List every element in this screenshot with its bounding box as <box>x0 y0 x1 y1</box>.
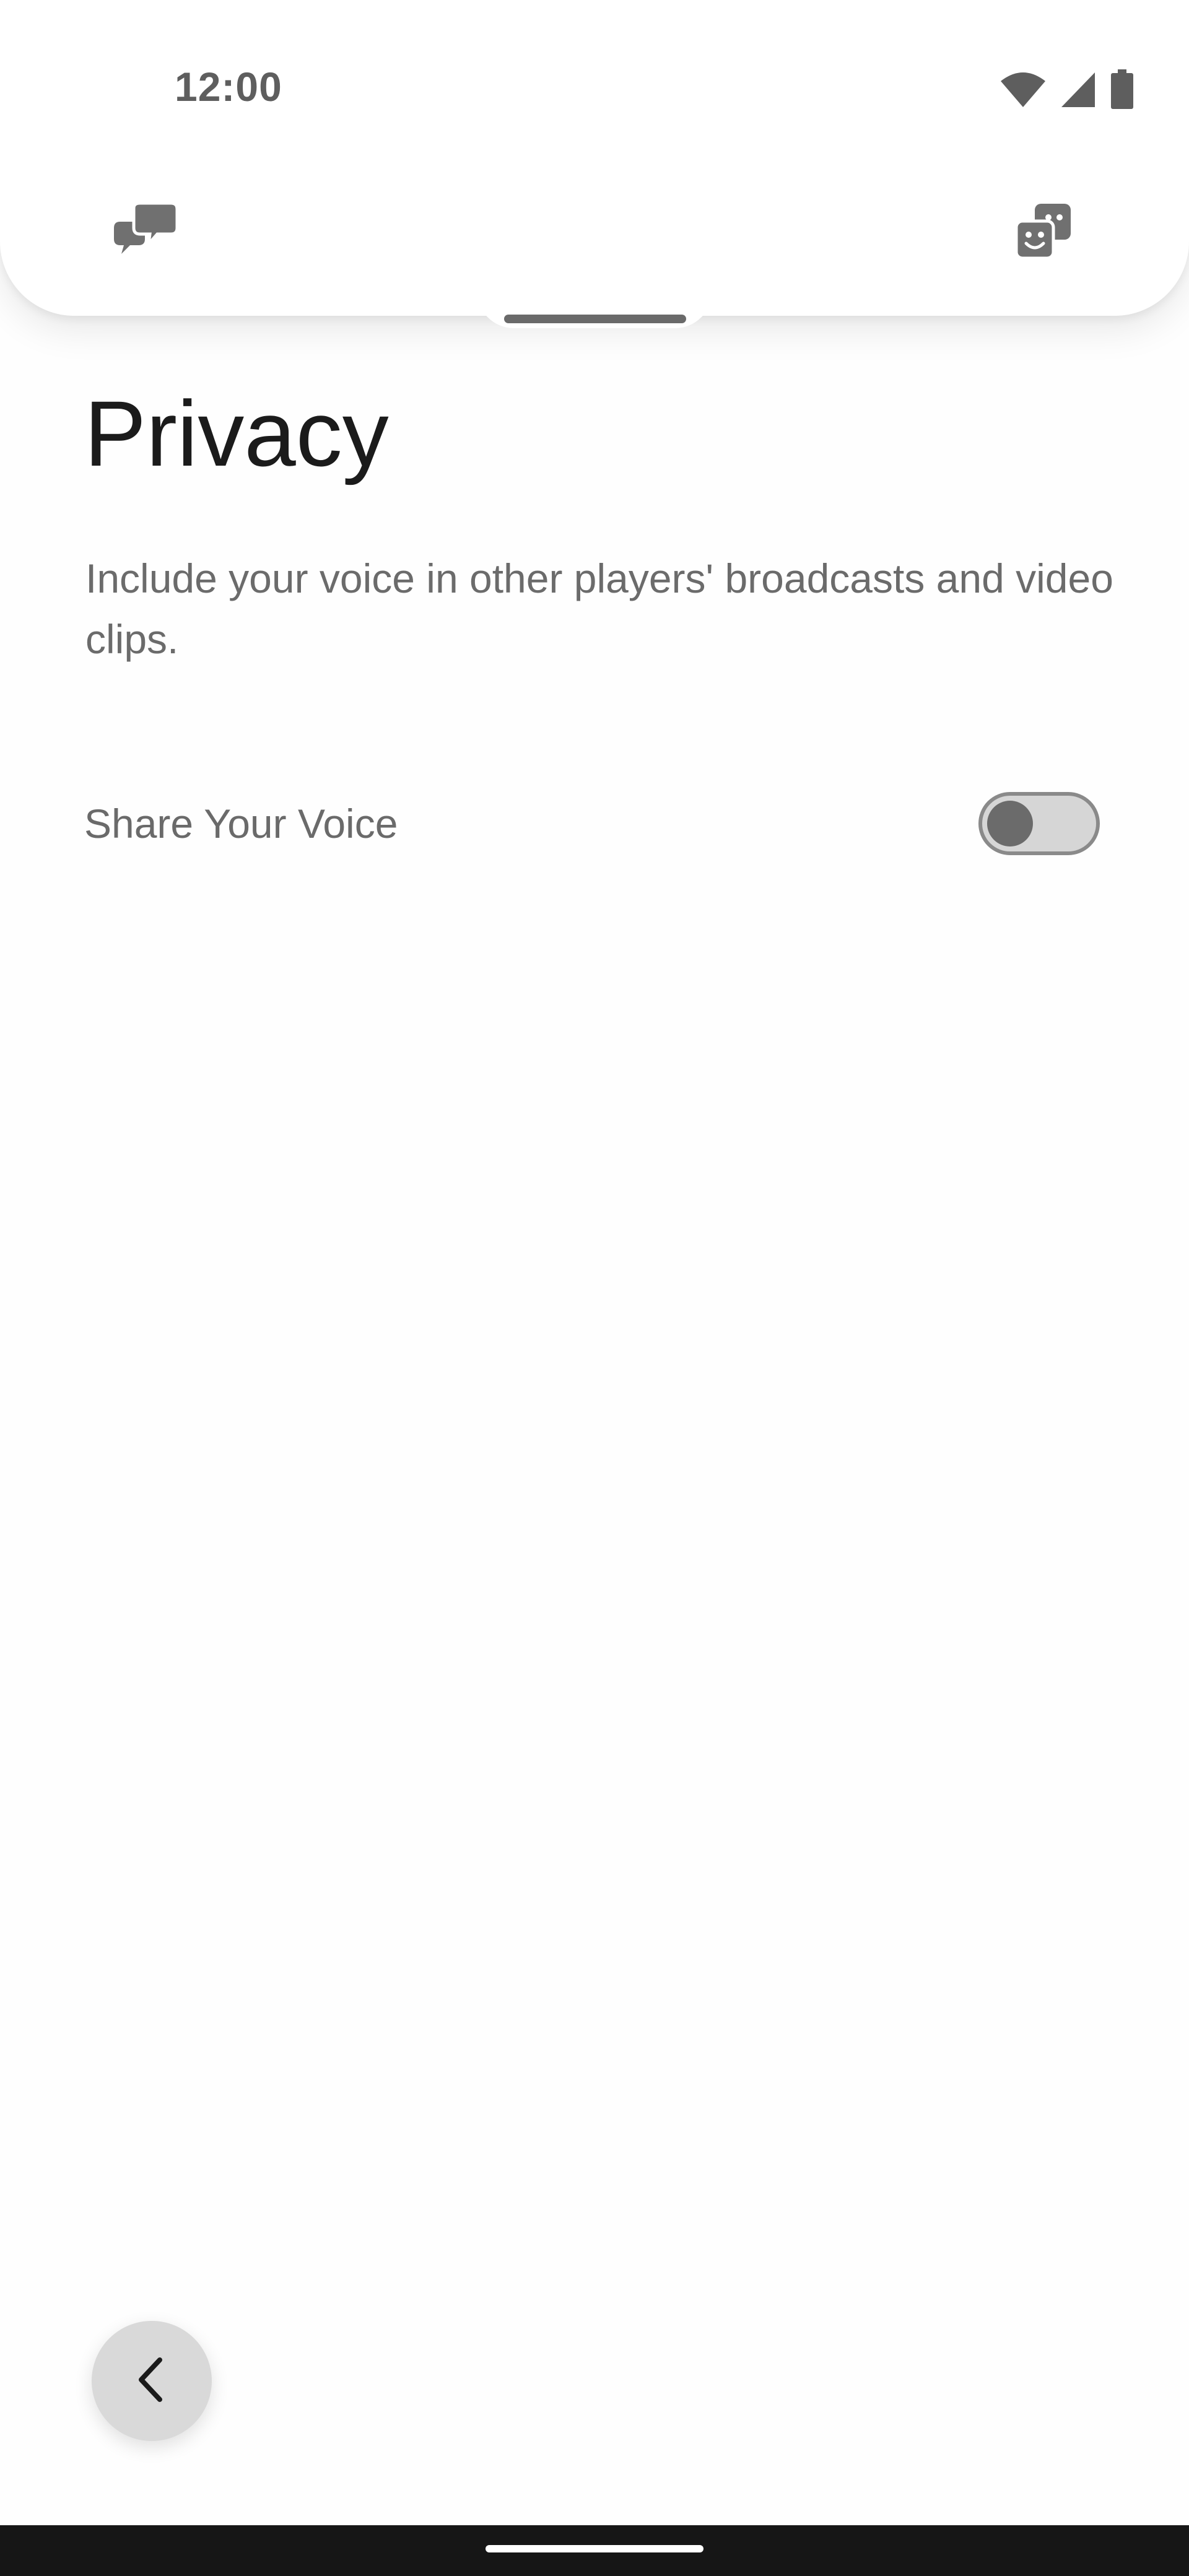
share-voice-toggle[interactable] <box>978 792 1100 855</box>
share-voice-setting-row[interactable]: Share Your Voice <box>84 781 1100 866</box>
sheet-drag-handle[interactable] <box>504 315 686 323</box>
back-button[interactable] <box>92 2321 212 2441</box>
system-navigation-bar <box>0 2525 1189 2576</box>
share-voice-label: Share Your Voice <box>84 801 398 846</box>
status-icons <box>1000 69 1135 110</box>
battery-icon <box>1110 69 1135 110</box>
screen: 12:00 Privacy Include your voice in othe… <box>0 0 1189 2576</box>
chat-bubbles-icon[interactable] <box>105 191 186 271</box>
toggle-knob <box>987 801 1033 846</box>
page-title: Privacy <box>84 381 389 485</box>
status-bar: 12:00 <box>0 0 1189 173</box>
home-gesture-handle[interactable] <box>486 2545 703 2552</box>
page-description: Include your voice in other players' bro… <box>85 555 1113 662</box>
wifi-icon <box>1000 71 1047 108</box>
party-faces-icon[interactable] <box>1003 191 1084 271</box>
chevron-left-icon <box>130 2355 173 2408</box>
cellular-signal-icon <box>1060 71 1096 108</box>
status-time: 12:00 <box>175 64 282 110</box>
